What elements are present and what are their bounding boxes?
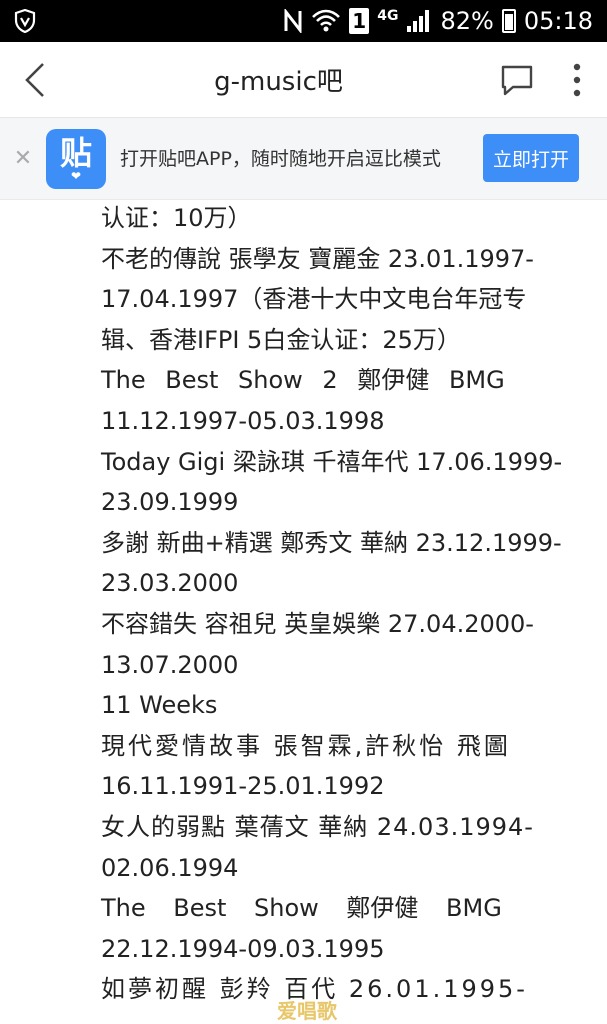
post-line: 23.09.1999 [101, 488, 239, 517]
banner-close-button[interactable]: ✕ [0, 118, 46, 200]
post-line: 17.04.1997（香港十大中文电台年冠专 [101, 285, 527, 314]
signal-icon [406, 9, 432, 33]
post-line: The Best Show 2 鄭伊健 BMG [101, 366, 505, 395]
back-button[interactable] [0, 42, 70, 118]
nav-bar: g-music吧 [0, 42, 607, 118]
post-line: 11.12.1997-05.03.1998 [101, 406, 385, 435]
battery-icon [501, 9, 516, 33]
banner-text: 打开贴吧APP，随时随地开启逗比模式 [120, 147, 441, 170]
post-line: 13.07.2000 [101, 650, 239, 679]
shield-v-icon [14, 9, 36, 33]
post-line: The Best Show 鄭伊健 BMG [101, 894, 502, 923]
post-line: 22.12.1994-09.03.1995 [101, 934, 385, 963]
app-banner: ✕ 贴 ❤ 打开贴吧APP，随时随地开启逗比模式 立即打开 [0, 118, 607, 200]
paw-icon: ❤ [70, 168, 82, 183]
tieba-logo-icon: 贴 ❤ [46, 128, 106, 189]
open-app-button[interactable]: 立即打开 [483, 134, 579, 182]
comment-button[interactable] [487, 42, 547, 118]
page-title: g-music吧 [214, 67, 343, 97]
post-line: 11 Weeks [101, 691, 218, 720]
post-line: 不容錯失 容祖兒 英皇娛樂 27.04.2000- [101, 609, 534, 638]
post-line: 02.06.1994 [101, 853, 239, 882]
post-line: 如夢初醒 彭羚 百代 26.01.1995- [101, 975, 528, 1004]
wifi-icon [311, 8, 341, 34]
more-button[interactable] [547, 42, 607, 118]
nfc-icon [283, 9, 303, 33]
battery-percent: 82% [440, 7, 494, 35]
post-line: 16.11.1991-25.01.1992 [101, 772, 385, 801]
post-line: 現代愛情故事 張智霖,許秋怡 飛圖 [101, 731, 511, 760]
back-chevron-icon [25, 62, 44, 97]
clock: 05:18 [523, 7, 593, 35]
post-line: Today Gigi 梁詠琪 千禧年代 17.06.1999- [101, 447, 563, 476]
4g-icon: 4G [377, 8, 399, 24]
post-line: 23.03.2000 [101, 569, 239, 598]
status-bar: 1 4G 82% 05:18 [0, 0, 607, 42]
post-line: 辑、香港IFPI 5白金认证：25万） [101, 325, 461, 354]
post-line: 女人的弱點 葉蒨文 華納 24.03.1994- [101, 812, 534, 841]
post-line: 多謝 新曲+精選 鄭秀文 華納 23.12.1999- [101, 528, 562, 557]
post-line: 不老的傳說 張學友 寶麗金 23.01.1997- [101, 244, 534, 273]
sim-1-icon: 1 [349, 8, 370, 34]
post-content: 认证：10万） 不老的傳說 張學友 寶麗金 23.01.1997- 17.04.… [101, 198, 577, 1010]
post-line: 认证：10万） [101, 204, 252, 232]
comment-icon [501, 65, 533, 95]
more-vertical-icon [573, 63, 581, 96]
logo-glyph: 贴 [59, 133, 92, 172]
